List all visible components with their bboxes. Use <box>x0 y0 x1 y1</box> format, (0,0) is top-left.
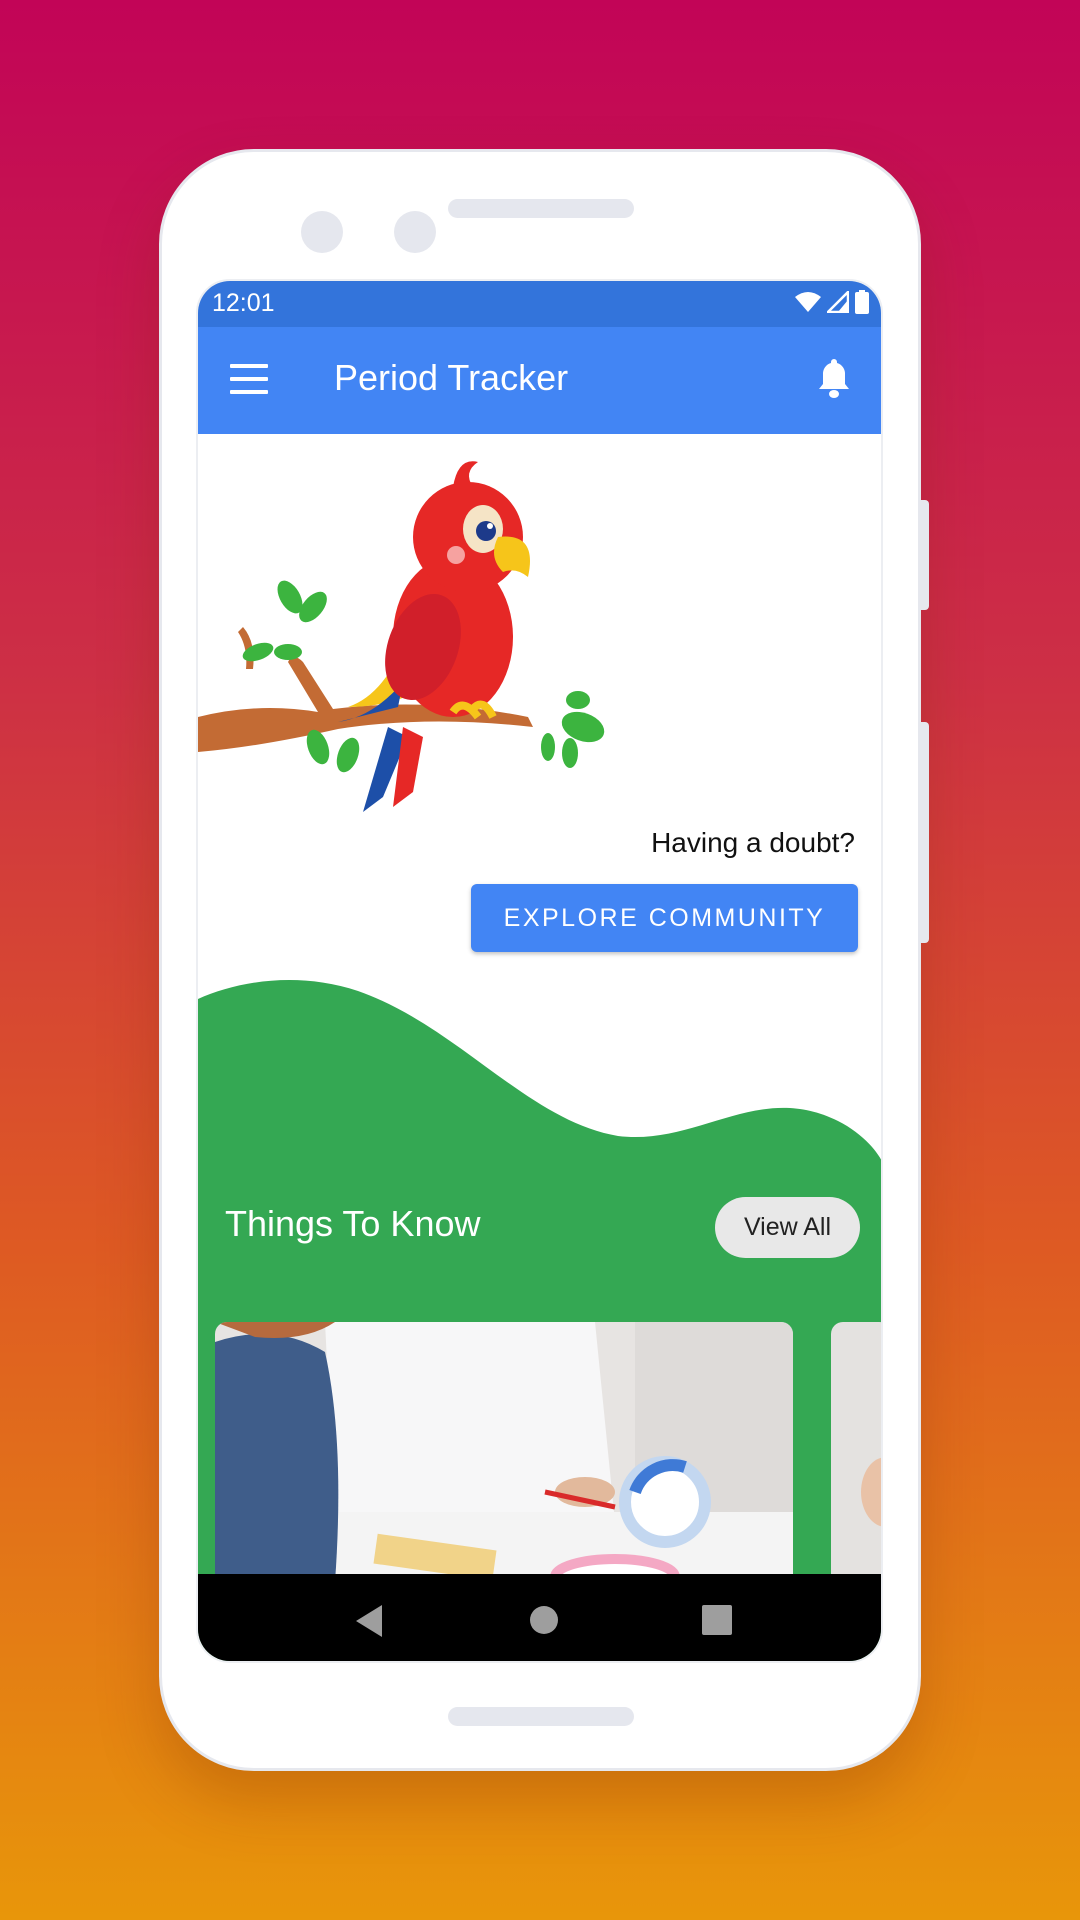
sensor-dot <box>394 211 436 253</box>
partial-card-image <box>831 1322 881 1582</box>
bottom-speaker <box>448 1707 634 1726</box>
article-card[interactable] <box>215 1322 793 1582</box>
view-all-button[interactable]: View All <box>715 1197 860 1258</box>
article-card-partial[interactable] <box>831 1322 881 1582</box>
things-to-know-heading: Things To Know <box>225 1203 481 1244</box>
app-screen: 12:01 Period Tracker Having a doubt? EXP… <box>196 279 883 1663</box>
back-icon[interactable] <box>356 1605 384 1637</box>
top-speaker <box>448 199 634 218</box>
camera-dot <box>301 211 343 253</box>
recents-icon[interactable] <box>702 1605 732 1635</box>
home-icon[interactable] <box>529 1605 559 1635</box>
volume-button <box>921 722 929 943</box>
power-button <box>921 500 929 610</box>
doctor-consultation-image <box>215 1322 793 1582</box>
system-nav-bar <box>198 1574 881 1661</box>
